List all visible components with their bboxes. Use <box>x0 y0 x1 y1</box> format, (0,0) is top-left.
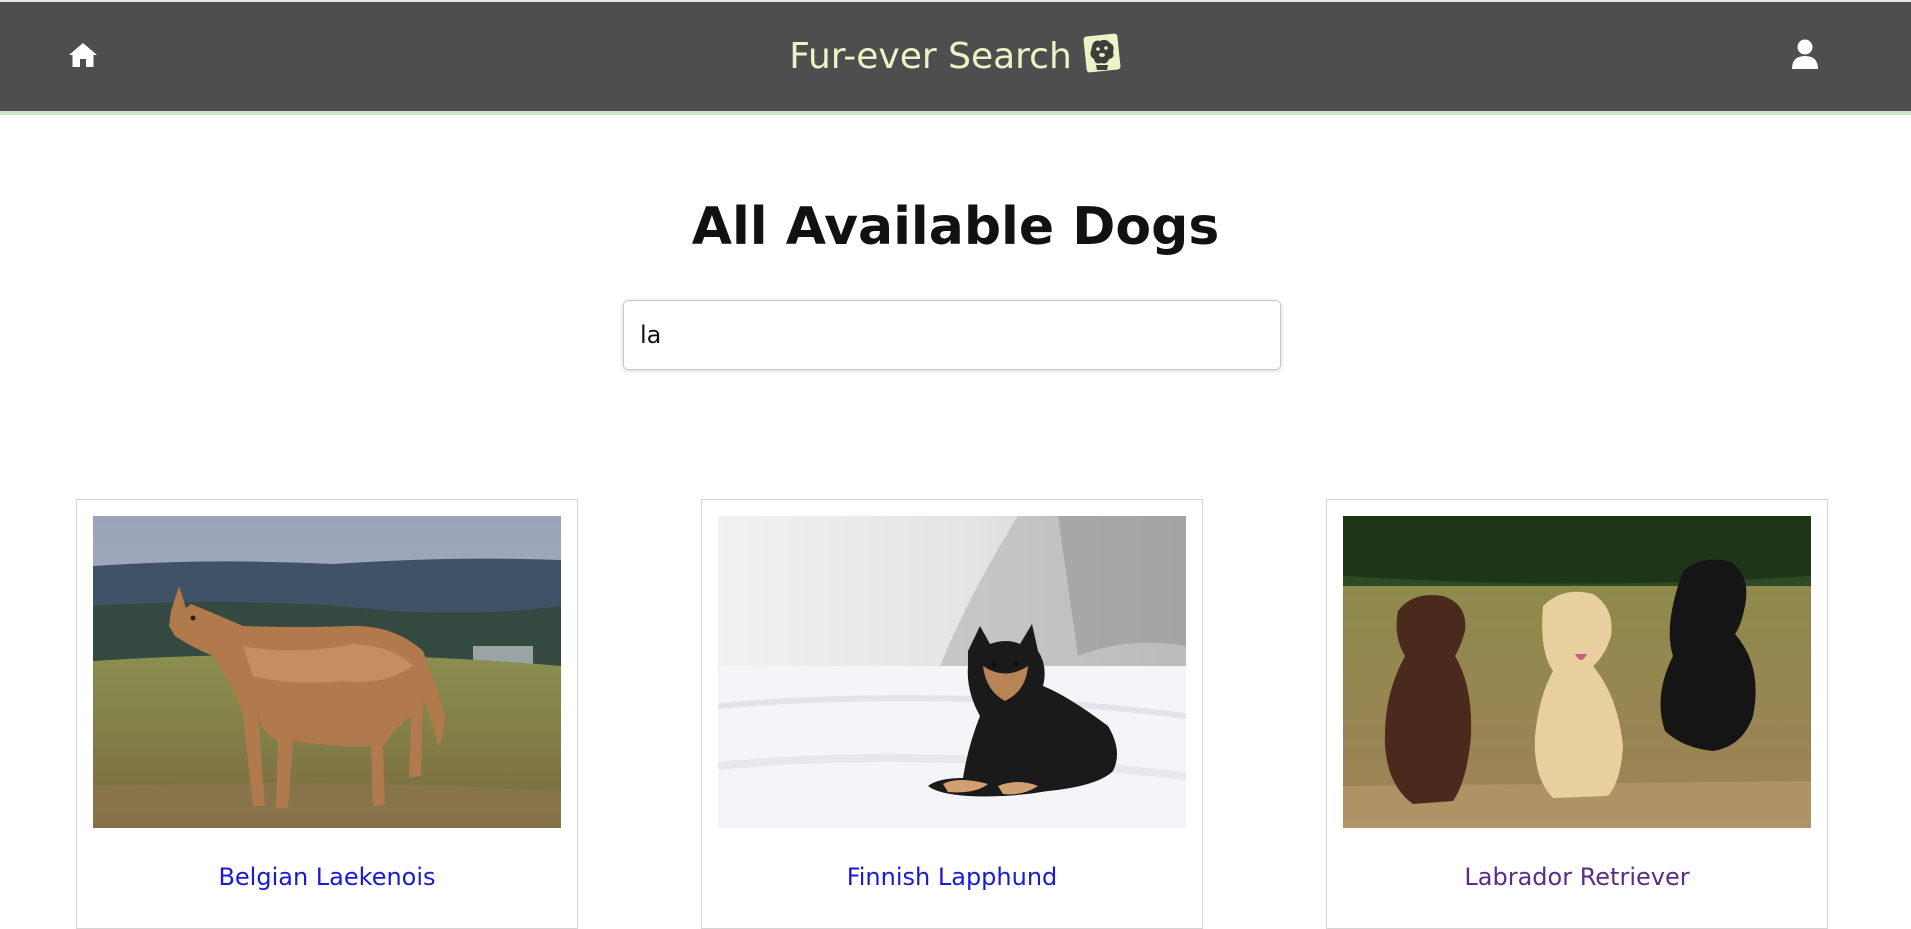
search-input[interactable] <box>623 300 1281 370</box>
dog-card[interactable]: Finnish Lapphund <box>701 499 1203 929</box>
dog-photo[interactable] <box>93 516 561 828</box>
dog-logo-icon <box>1082 32 1122 74</box>
dog-card[interactable]: Belgian Laekenois <box>76 499 578 929</box>
dog-name-link[interactable]: Belgian Laekenois <box>77 862 577 892</box>
dog-photo[interactable] <box>1343 516 1811 828</box>
page-title: All Available Dogs <box>691 197 1220 257</box>
dog-photo[interactable] <box>718 516 1186 828</box>
user-account-button[interactable] <box>1791 39 1819 69</box>
top-nav-bar: Fur-ever Search <box>0 0 1911 115</box>
dog-name-link[interactable]: Finnish Lapphund <box>702 862 1202 892</box>
user-icon <box>1792 39 1818 69</box>
dog-name-link[interactable]: Labrador Retriever <box>1327 862 1827 892</box>
brand-title: Fur-ever Search <box>789 36 1072 77</box>
brand[interactable]: Fur-ever Search <box>0 30 1911 83</box>
dog-card[interactable]: Labrador Retriever <box>1326 499 1828 929</box>
